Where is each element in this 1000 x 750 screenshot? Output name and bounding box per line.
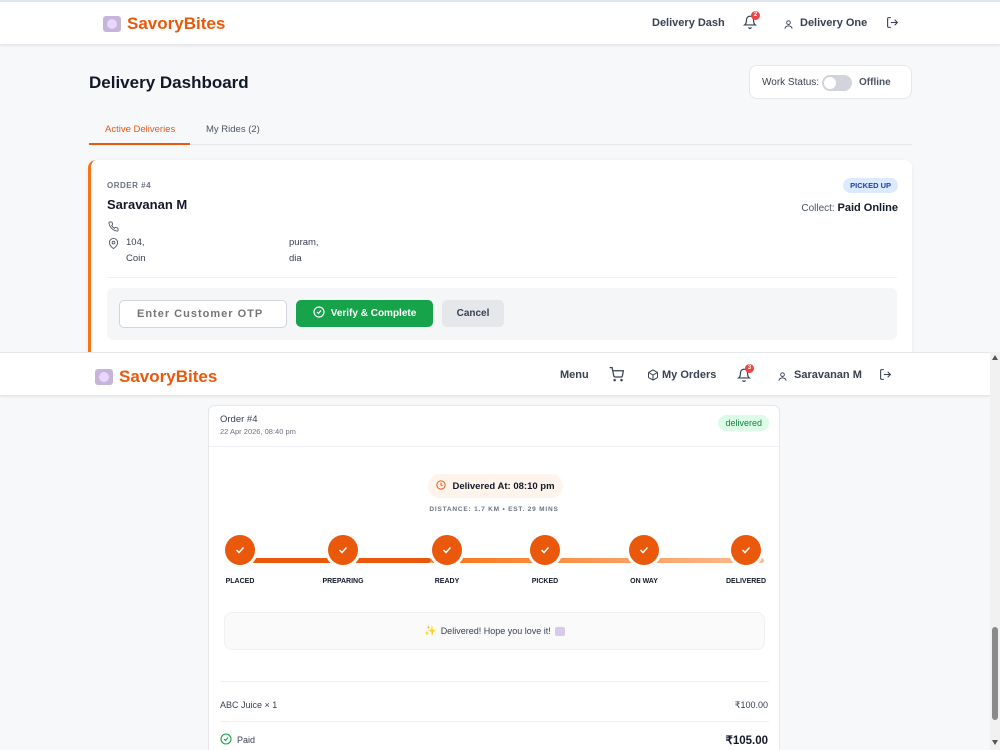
delivered-message: ✨ Delivered! Hope you love it! bbox=[224, 612, 765, 650]
customer-navbar: SavoryBites Menu My Orders 3 Saravanan M bbox=[0, 352, 990, 396]
collect-value: Paid Online bbox=[837, 202, 898, 214]
work-status-value: Offline bbox=[859, 77, 891, 88]
address-line-2b: dia bbox=[289, 253, 302, 264]
order-total: ₹105.00 bbox=[725, 735, 769, 747]
otp-panel: Verify & Complete Cancel bbox=[107, 288, 897, 340]
divider bbox=[220, 721, 769, 722]
step-label: DELIVERED bbox=[725, 578, 767, 585]
clock-icon bbox=[436, 479, 447, 493]
nav-my-orders[interactable]: My Orders bbox=[662, 369, 716, 381]
sparkle-icon: ✨ bbox=[424, 625, 437, 637]
cart-icon[interactable] bbox=[609, 367, 625, 387]
step-ready: READY bbox=[412, 535, 482, 585]
check-icon bbox=[225, 535, 255, 565]
distance-estimate: DISTANCE: 1.7 KM • EST. 29 MINS bbox=[429, 506, 559, 513]
delivered-at: Delivered At: 08:10 pm bbox=[452, 480, 555, 492]
step-preparing: PREPARING bbox=[308, 535, 378, 585]
item-name: ABC Juice × 1 bbox=[220, 700, 278, 710]
divider bbox=[107, 277, 897, 278]
scroll-up-arrow[interactable] bbox=[992, 355, 998, 360]
logout-icon[interactable] bbox=[879, 368, 892, 386]
user-icon bbox=[777, 369, 788, 387]
customer-name: Saravanan M bbox=[107, 197, 188, 212]
step-label: PREPARING bbox=[322, 578, 364, 585]
divider bbox=[220, 681, 769, 682]
step-label: ON WAY bbox=[630, 578, 658, 585]
tab-active-deliveries[interactable]: Active Deliveries bbox=[105, 124, 175, 135]
message-text: Delivered! Hope you love it! bbox=[440, 626, 551, 636]
logout-icon[interactable] bbox=[886, 16, 899, 34]
check-circle-icon bbox=[313, 306, 325, 321]
address-line-1a: 104, bbox=[126, 237, 145, 248]
order-date: 22 Apr 2026, 08:40 pm bbox=[220, 427, 296, 436]
verify-label: Verify & Complete bbox=[330, 308, 417, 319]
nav-user-name[interactable]: Saravanan M bbox=[794, 369, 862, 381]
otp-input[interactable] bbox=[119, 300, 287, 328]
order-title: Order #4 bbox=[220, 414, 258, 425]
status-badge: delivered bbox=[718, 415, 769, 431]
delivered-time-pill: Delivered At: 08:10 pm bbox=[428, 474, 563, 498]
tab-my-rides[interactable]: My Rides (2) bbox=[206, 124, 260, 135]
check-icon bbox=[731, 535, 761, 565]
notification-badge: 3 bbox=[745, 364, 754, 373]
page-title: Delivery Dashboard bbox=[89, 73, 249, 92]
top-navbar: SavoryBites Delivery Dash 2 Delivery One bbox=[0, 2, 1000, 45]
address-line-2a: Coin bbox=[126, 253, 146, 264]
scroll-thumb[interactable] bbox=[992, 627, 998, 720]
nav-menu[interactable]: Menu bbox=[560, 369, 589, 381]
check-circle-icon bbox=[220, 733, 232, 747]
step-placed: PLACED bbox=[205, 535, 275, 585]
address-line-1b: puram, bbox=[289, 237, 319, 248]
phone-icon[interactable] bbox=[108, 219, 119, 232]
scroll-down-arrow[interactable] bbox=[992, 740, 998, 745]
box-icon bbox=[647, 368, 659, 386]
work-status-card: Work Status: Offline bbox=[749, 65, 912, 99]
work-status-toggle[interactable] bbox=[822, 75, 852, 91]
step-delivered: DELIVERED bbox=[711, 535, 781, 585]
location-icon bbox=[108, 236, 119, 250]
active-tab-indicator bbox=[89, 143, 190, 145]
payment-status: Paid bbox=[220, 733, 255, 747]
step-label: READY bbox=[434, 578, 460, 585]
user-icon bbox=[783, 17, 794, 35]
cancel-button[interactable]: Cancel bbox=[442, 300, 504, 327]
collect-label: Collect: bbox=[801, 203, 835, 214]
divider bbox=[209, 446, 779, 447]
delivery-dashboard-window: SavoryBites Delivery Dash 2 Delivery One… bbox=[0, 0, 1000, 352]
notification-badge: 2 bbox=[751, 11, 760, 20]
step-on-way: ON WAY bbox=[609, 535, 679, 585]
vertical-scrollbar[interactable] bbox=[990, 352, 1000, 750]
order-tracking-card: Order #4 22 Apr 2026, 08:40 pm delivered… bbox=[208, 405, 780, 750]
brand-name: SavoryBites bbox=[127, 14, 226, 33]
collect-info: Collect: Paid Online bbox=[801, 202, 898, 214]
customer-order-window: SavoryBites Menu My Orders 3 Saravanan M… bbox=[0, 352, 1000, 750]
step-label: PLACED bbox=[225, 578, 255, 585]
check-icon bbox=[328, 535, 358, 565]
step-picked: PICKED bbox=[510, 535, 580, 585]
order-number: ORDER #4 bbox=[107, 181, 152, 190]
verify-complete-button[interactable]: Verify & Complete bbox=[296, 300, 433, 327]
status-badge: PICKED UP bbox=[843, 178, 898, 193]
brand-logo[interactable]: SavoryBites bbox=[95, 367, 217, 387]
delivery-tabs: Active Deliveries My Rides (2) bbox=[89, 115, 912, 145]
check-icon bbox=[629, 535, 659, 565]
step-label: PICKED bbox=[531, 578, 559, 585]
brand-logo[interactable]: SavoryBites bbox=[103, 14, 225, 34]
brand-name: SavoryBites bbox=[119, 367, 218, 386]
nav-user-name[interactable]: Delivery One bbox=[800, 17, 867, 29]
toggle-knob bbox=[824, 77, 836, 89]
plate-icon bbox=[554, 626, 565, 636]
item-price: ₹100.00 bbox=[734, 700, 768, 710]
logo-icon bbox=[103, 16, 121, 32]
active-order-card: ORDER #4 Saravanan M 104, puram, Coin di… bbox=[88, 160, 912, 352]
nav-delivery-dash[interactable]: Delivery Dash bbox=[652, 17, 725, 29]
check-icon bbox=[432, 535, 462, 565]
logo-icon bbox=[95, 369, 113, 385]
work-status-label: Work Status: bbox=[762, 77, 820, 88]
check-icon bbox=[530, 535, 560, 565]
payment-label: Paid bbox=[237, 735, 256, 745]
